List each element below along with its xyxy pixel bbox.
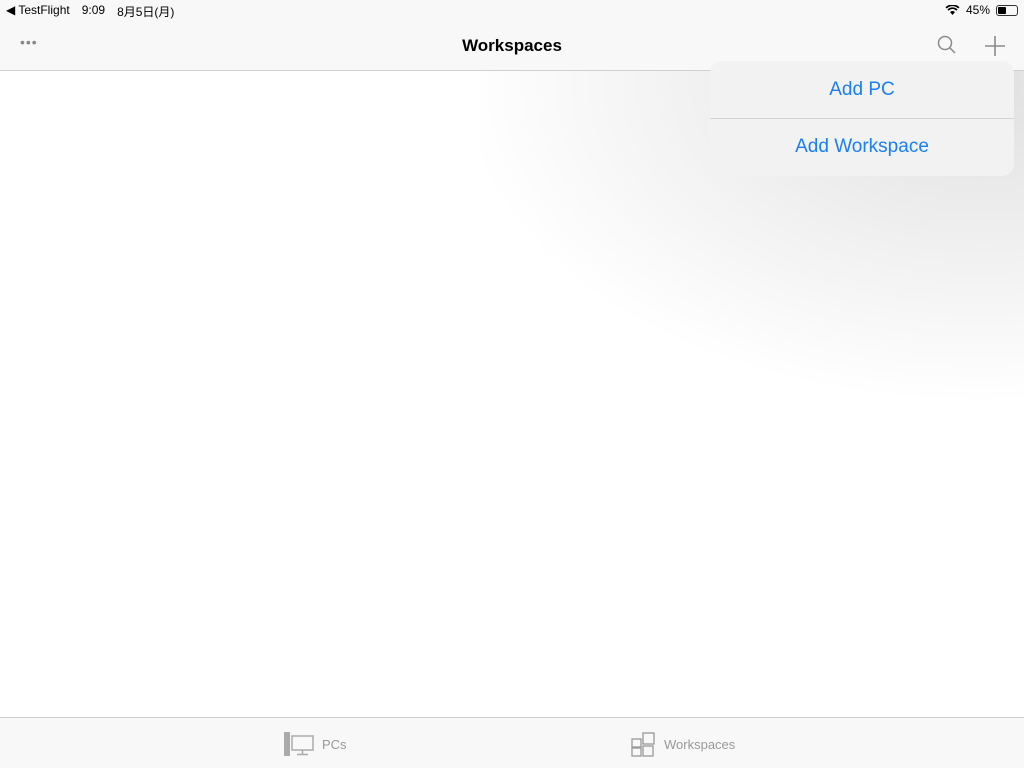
wifi-icon — [945, 4, 960, 15]
tab-label: Workspaces — [664, 737, 736, 752]
add-icon[interactable] — [984, 35, 1006, 57]
add-menu-popover: Add PC Add Workspace — [710, 61, 1014, 176]
add-workspace-menu-item[interactable]: Add Workspace — [710, 118, 1014, 175]
battery-icon — [996, 4, 1018, 16]
back-to-app-link[interactable]: ◀ TestFlight — [6, 3, 70, 20]
tab-label: PCs — [322, 736, 347, 752]
pc-icon — [284, 732, 314, 756]
status-bar: ◀ TestFlight 9:09 8月5日(月) 45% — [0, 0, 1024, 22]
add-pc-menu-item[interactable]: Add PC — [710, 61, 1014, 118]
time: 9:09 — [81, 3, 106, 17]
tab-pcs[interactable]: PCs — [284, 732, 347, 756]
page-title: Workspaces — [462, 36, 562, 55]
tab-workspaces[interactable]: Workspaces — [631, 732, 735, 757]
battery-percent: 45% — [965, 3, 990, 17]
tab-bar: PCs Workspaces — [0, 717, 1024, 768]
search-icon[interactable] — [937, 35, 957, 55]
workspaces-icon — [631, 732, 655, 757]
date: 8月5日(月) — [117, 5, 175, 19]
